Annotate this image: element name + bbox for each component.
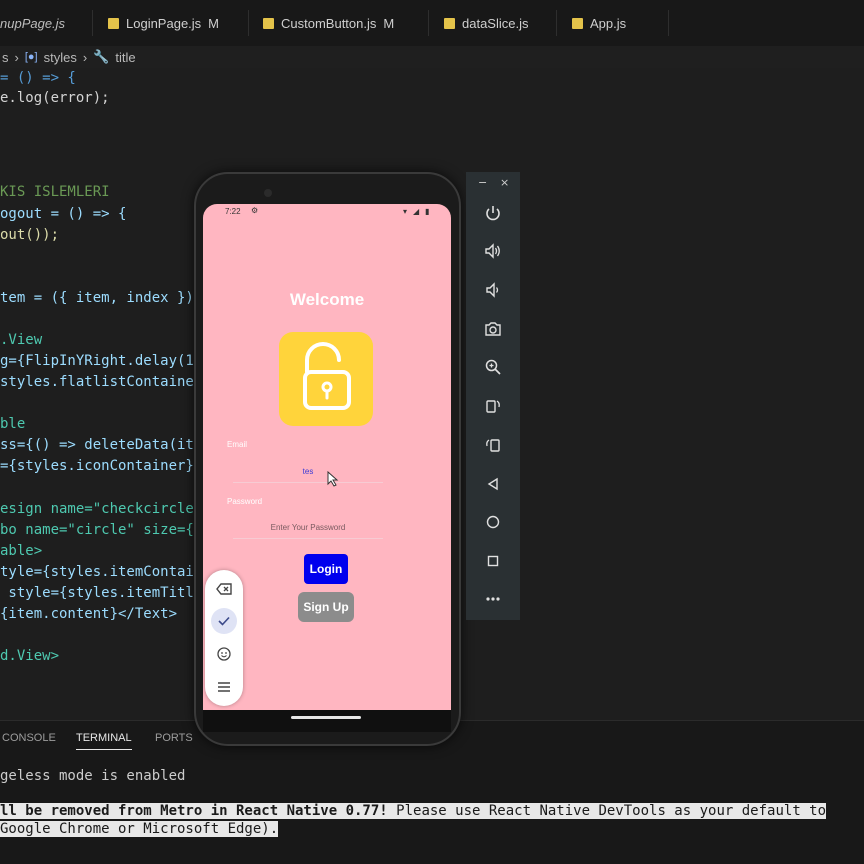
overview-icon[interactable] [479,547,507,575]
js-file-icon [572,17,583,29]
tab-label: LoginPage.js [126,15,202,31]
password-label: Password [227,497,263,506]
code-line: ble [0,416,26,432]
breadcrumb-item[interactable]: styles [44,50,77,65]
js-file-icon [263,17,274,29]
code-line: g={FlipInYRight.delay(1 [0,353,194,369]
code-line: style={styles.itemTitl [0,585,194,601]
emoji-icon[interactable] [211,641,237,667]
phone-nav-bar [203,710,451,732]
tab-custom-button[interactable]: CustomButton.js M [263,0,394,46]
back-icon[interactable] [479,470,507,498]
chevron-right-icon: › [14,49,19,65]
code-line: styles.flatlistContaine [0,374,194,390]
code-line: able> [0,543,43,559]
rotate-right-icon[interactable] [479,431,507,459]
camera-icon[interactable] [479,315,507,343]
breadcrumb: s › [●] styles › 🔧 title [0,46,864,68]
tab-divider [668,10,669,36]
tab-divider [428,10,429,36]
zoom-icon[interactable] [479,353,507,381]
signal-icon: ◢ [413,207,420,216]
backspace-icon[interactable] [211,576,237,602]
home-icon[interactable] [479,508,507,536]
code-line: tyle={styles.itemContai [0,564,194,580]
tab-label: dataSlice.js [462,15,529,31]
status-bar [0,850,864,864]
code-line: .View [0,332,43,348]
battery-icon: ▮ [425,207,430,216]
emulator-toolbar: − × [466,172,520,620]
phone-status-bar: 7:22 ⚙ ▾ ◢ ▮ [203,204,451,220]
volume-down-icon[interactable] [479,276,507,304]
editor-tab-bar: nupPage.js LoginPage.js M CustomButton.j… [0,0,864,47]
wifi-icon: ▾ [403,207,408,216]
code-line: {item.content}</Text> [0,606,178,622]
home-gesture-bar[interactable] [291,716,361,719]
volume-up-icon[interactable] [479,237,507,265]
code-line: KIS ISLEMLERI [0,184,110,200]
terminal-line: ll be removed from Metro in React Native… [0,803,827,819]
keyboard-toolbar [205,570,243,706]
js-file-icon [444,17,455,29]
menu-icon[interactable] [211,674,237,700]
chevron-right-icon: › [82,49,88,65]
code-line: tem = ({ item, index }) [0,290,194,306]
code-line: ss={() => deleteData(it [0,437,194,453]
tab-console[interactable]: CONSOLE [2,732,56,744]
settings-icon: ⚙ [251,206,259,215]
code-line: = () => { [0,70,76,86]
tab-divider [248,10,249,36]
code-line: bo name="circle" size={ [0,522,194,538]
tab-label: nupPage.js [0,15,66,31]
more-icon[interactable] [479,585,507,613]
welcome-title: Welcome [289,290,365,309]
minimize-icon[interactable]: − [478,176,487,189]
wrench-icon: 🔧 [93,49,110,64]
variable-icon: [●] [24,51,38,63]
phone-clock: 7:22 [225,207,241,216]
email-field[interactable]: tes [233,462,383,483]
tab-divider [556,10,557,36]
code-line: ={styles.iconContainer} [0,458,194,474]
tab-terminal[interactable]: TERMINAL [76,732,132,750]
terminal-line: geless mode is enabled [0,768,186,784]
unlock-icon [279,332,373,426]
email-label: Email [227,440,248,449]
modified-indicator: M [383,15,395,31]
code-line: ogout = () => { [0,206,127,222]
code-line: esign name="checkcircle [0,501,194,517]
signup-button[interactable]: Sign Up [298,592,354,622]
tab-login-page[interactable]: LoginPage.js M [108,0,219,46]
tab-signup-page[interactable]: nupPage.js [0,0,65,46]
js-file-icon [108,17,119,29]
password-field[interactable]: Enter Your Password [233,518,383,539]
terminal-output[interactable]: geless mode is enabled ll be removed fro… [0,754,864,850]
tab-label: App.js [590,15,627,31]
tab-ports[interactable]: PORTS [155,732,193,744]
code-line: out()); [0,227,60,243]
login-button[interactable]: Login [304,554,348,584]
rotate-left-icon[interactable] [479,392,507,420]
camera-dot [264,189,272,197]
code-line: d.View> [0,648,60,664]
close-icon[interactable]: × [500,176,509,189]
modified-indicator: M [208,15,220,31]
tab-divider [92,10,93,36]
terminal-line: Google Chrome or Microsoft Edge). [0,821,279,837]
check-icon[interactable] [211,608,237,634]
mouse-cursor-icon [327,470,339,491]
code-line: e.log(error); [0,90,110,106]
tab-label: CustomButton.js [281,15,377,31]
tab-app[interactable]: App.js [572,0,626,46]
power-icon[interactable] [479,199,507,227]
breadcrumb-item[interactable]: title [115,50,135,65]
breadcrumb-item[interactable]: s [2,50,9,65]
tab-data-slice[interactable]: dataSlice.js [444,0,528,46]
